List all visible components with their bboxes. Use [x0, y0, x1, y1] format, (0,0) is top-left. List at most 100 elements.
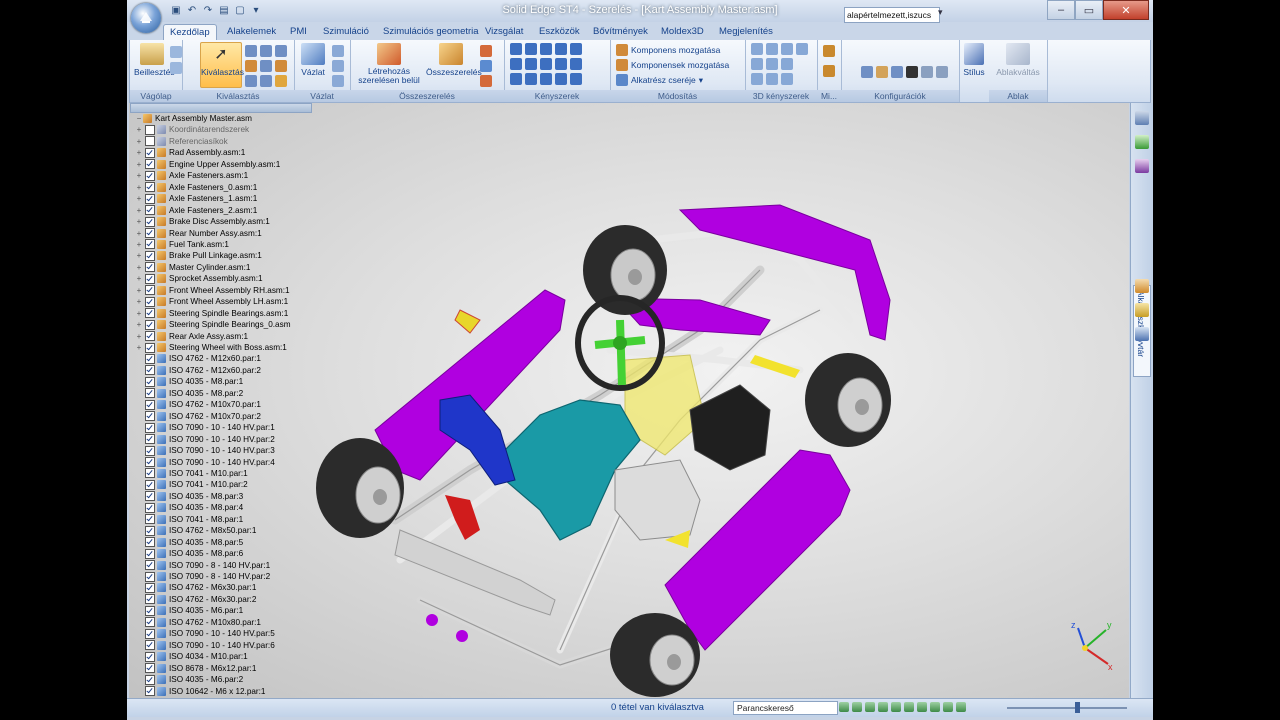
- cut-icon[interactable]: [170, 46, 182, 58]
- zoom-area-icon[interactable]: [839, 702, 849, 712]
- kart-3d-model[interactable]: z x y: [310, 110, 1130, 700]
- gear-icon[interactable]: [570, 58, 582, 70]
- expand-icon[interactable]: +: [135, 239, 143, 250]
- align-icon[interactable]: [525, 43, 537, 55]
- tab-kezdolap[interactable]: Kezdőlap: [163, 24, 217, 41]
- ground-icon[interactable]: [510, 73, 522, 85]
- visibility-checkbox[interactable]: [145, 525, 155, 536]
- maximize-button[interactable]: ▭: [1075, 0, 1103, 20]
- tree-item[interactable]: ISO 7090 - 10 - 140 HV.par:3: [135, 445, 275, 456]
- tree-item[interactable]: + Referenciasíkok: [135, 136, 228, 147]
- 3d-constraint-icon[interactable]: [781, 58, 793, 70]
- tree-item[interactable]: ISO 7041 - M10.par:1: [135, 468, 248, 479]
- config-tool-icon[interactable]: [921, 66, 933, 78]
- tab-megjelenites[interactable]: Megjelenítés: [713, 24, 779, 40]
- visibility-checkbox[interactable]: [145, 434, 155, 445]
- visibility-checkbox[interactable]: [145, 170, 155, 181]
- expand-icon[interactable]: +: [135, 262, 143, 273]
- visibility-checkbox[interactable]: [145, 399, 155, 410]
- camera-icon[interactable]: [906, 66, 918, 78]
- visibility-checkbox[interactable]: [145, 686, 155, 696]
- application-button[interactable]: [131, 3, 161, 33]
- tree-item[interactable]: + Axle Fasteners.asm:1: [135, 170, 248, 181]
- pathfinder-header-bar[interactable]: [130, 103, 312, 113]
- chevron-down-icon[interactable]: ▾: [938, 7, 943, 18]
- tree-item[interactable]: ISO 4035 - M8.par:3: [135, 491, 243, 502]
- visibility-checkbox[interactable]: [145, 663, 155, 674]
- visibility-checkbox[interactable]: [145, 628, 155, 639]
- expand-icon[interactable]: +: [135, 285, 143, 296]
- assembly-tool-icon[interactable]: [480, 60, 492, 72]
- tree-item[interactable]: + Rad Assembly.asm:1: [135, 147, 245, 158]
- expand-icon[interactable]: +: [135, 136, 143, 147]
- tree-item[interactable]: ISO 7090 - 10 - 140 HV.par:1: [135, 422, 275, 433]
- visibility-checkbox[interactable]: [145, 651, 155, 662]
- tree-item[interactable]: ISO 7090 - 8 - 140 HV.par:2: [135, 571, 270, 582]
- expand-icon[interactable]: +: [135, 216, 143, 227]
- select-tool-icon[interactable]: [260, 45, 272, 57]
- select-tool-icon[interactable]: [245, 45, 257, 57]
- visibility-checkbox[interactable]: [145, 457, 155, 467]
- paste-button[interactable]: Beillesztés: [134, 43, 175, 87]
- visibility-checkbox[interactable]: [145, 205, 155, 216]
- visibility-checkbox[interactable]: [145, 296, 155, 307]
- select-tool-icon[interactable]: [275, 45, 287, 57]
- visibility-checkbox[interactable]: [145, 640, 155, 651]
- expand-icon[interactable]: +: [135, 319, 143, 330]
- visibility-checkbox[interactable]: [145, 376, 155, 387]
- config-tool-icon[interactable]: [936, 66, 948, 78]
- visibility-checkbox[interactable]: [145, 331, 155, 342]
- zoom-slider-track[interactable]: [1007, 707, 1127, 709]
- tree-item[interactable]: ISO 8678 - M6x12.par:1: [135, 663, 256, 674]
- expand-icon[interactable]: +: [135, 308, 143, 319]
- sensor-icon[interactable]: [1135, 279, 1149, 293]
- tree-item[interactable]: + Front Wheel Assembly LH.asm:1: [135, 296, 288, 307]
- visibility-checkbox[interactable]: [145, 594, 155, 605]
- expand-icon[interactable]: +: [135, 331, 143, 342]
- move-components-button[interactable]: Komponensek mozgatása: [616, 59, 729, 71]
- 3d-constraint-icon[interactable]: [751, 58, 763, 70]
- tree-item[interactable]: ISO 7090 - 10 - 140 HV.par:6: [135, 640, 275, 651]
- sketch-button[interactable]: Vázlat: [298, 43, 328, 87]
- window-switch-button[interactable]: Ablakváltás: [993, 43, 1043, 87]
- assembly-tool-icon[interactable]: [480, 75, 492, 87]
- assembly-tool-icon[interactable]: [480, 45, 492, 57]
- tree-item[interactable]: ISO 4762 - M6x30.par:2: [135, 594, 256, 605]
- rigid-icon[interactable]: [570, 73, 582, 85]
- 3d-constraint-icon[interactable]: [751, 43, 763, 55]
- visibility-checkbox[interactable]: [145, 319, 155, 330]
- select-tool-icon[interactable]: [275, 75, 287, 87]
- 3d-constraint-icon[interactable]: [766, 73, 778, 85]
- visibility-checkbox[interactable]: [145, 674, 155, 685]
- tab-eszkozok[interactable]: Eszközök: [533, 24, 586, 40]
- new-icon[interactable]: ▢: [233, 3, 247, 17]
- tree-item[interactable]: + Sprocket Assembly.asm:1: [135, 273, 263, 284]
- pan-icon[interactable]: [878, 702, 888, 712]
- tree-item[interactable]: ISO 7090 - 10 - 140 HV.par:5: [135, 628, 275, 639]
- select-tool-icon[interactable]: [245, 60, 257, 72]
- visibility-checkbox[interactable]: [145, 273, 155, 284]
- 3d-constraint-icon[interactable]: [766, 58, 778, 70]
- misc-tool-icon[interactable]: [823, 45, 835, 57]
- tab-alakelemek[interactable]: Alakelemek: [221, 24, 282, 40]
- camera-view-icon[interactable]: [943, 702, 953, 712]
- tree-item[interactable]: + Brake Pull Linkage.asm:1: [135, 250, 262, 261]
- settings-icon[interactable]: [1135, 327, 1149, 341]
- 3d-constraint-icon[interactable]: [796, 43, 808, 55]
- visibility-checkbox[interactable]: [145, 250, 155, 261]
- command-search-input[interactable]: Parancskereső: [733, 701, 838, 715]
- redo-icon[interactable]: ↷: [201, 3, 215, 17]
- expand-icon[interactable]: +: [135, 193, 143, 204]
- visibility-checkbox[interactable]: [145, 182, 155, 193]
- angle-icon[interactable]: [510, 58, 522, 70]
- tab-szimulacio[interactable]: Szimuláció: [317, 24, 375, 40]
- close-button[interactable]: ✕: [1103, 0, 1149, 20]
- 3d-constraint-icon[interactable]: [781, 43, 793, 55]
- view-style-icon[interactable]: [930, 702, 940, 712]
- visibility-checkbox[interactable]: [145, 571, 155, 582]
- visibility-checkbox[interactable]: [145, 582, 155, 593]
- visibility-checkbox[interactable]: [145, 308, 155, 319]
- tree-item[interactable]: ISO 4035 - M6.par:1: [135, 605, 243, 616]
- visibility-checkbox[interactable]: [145, 617, 155, 628]
- path-icon[interactable]: [555, 73, 567, 85]
